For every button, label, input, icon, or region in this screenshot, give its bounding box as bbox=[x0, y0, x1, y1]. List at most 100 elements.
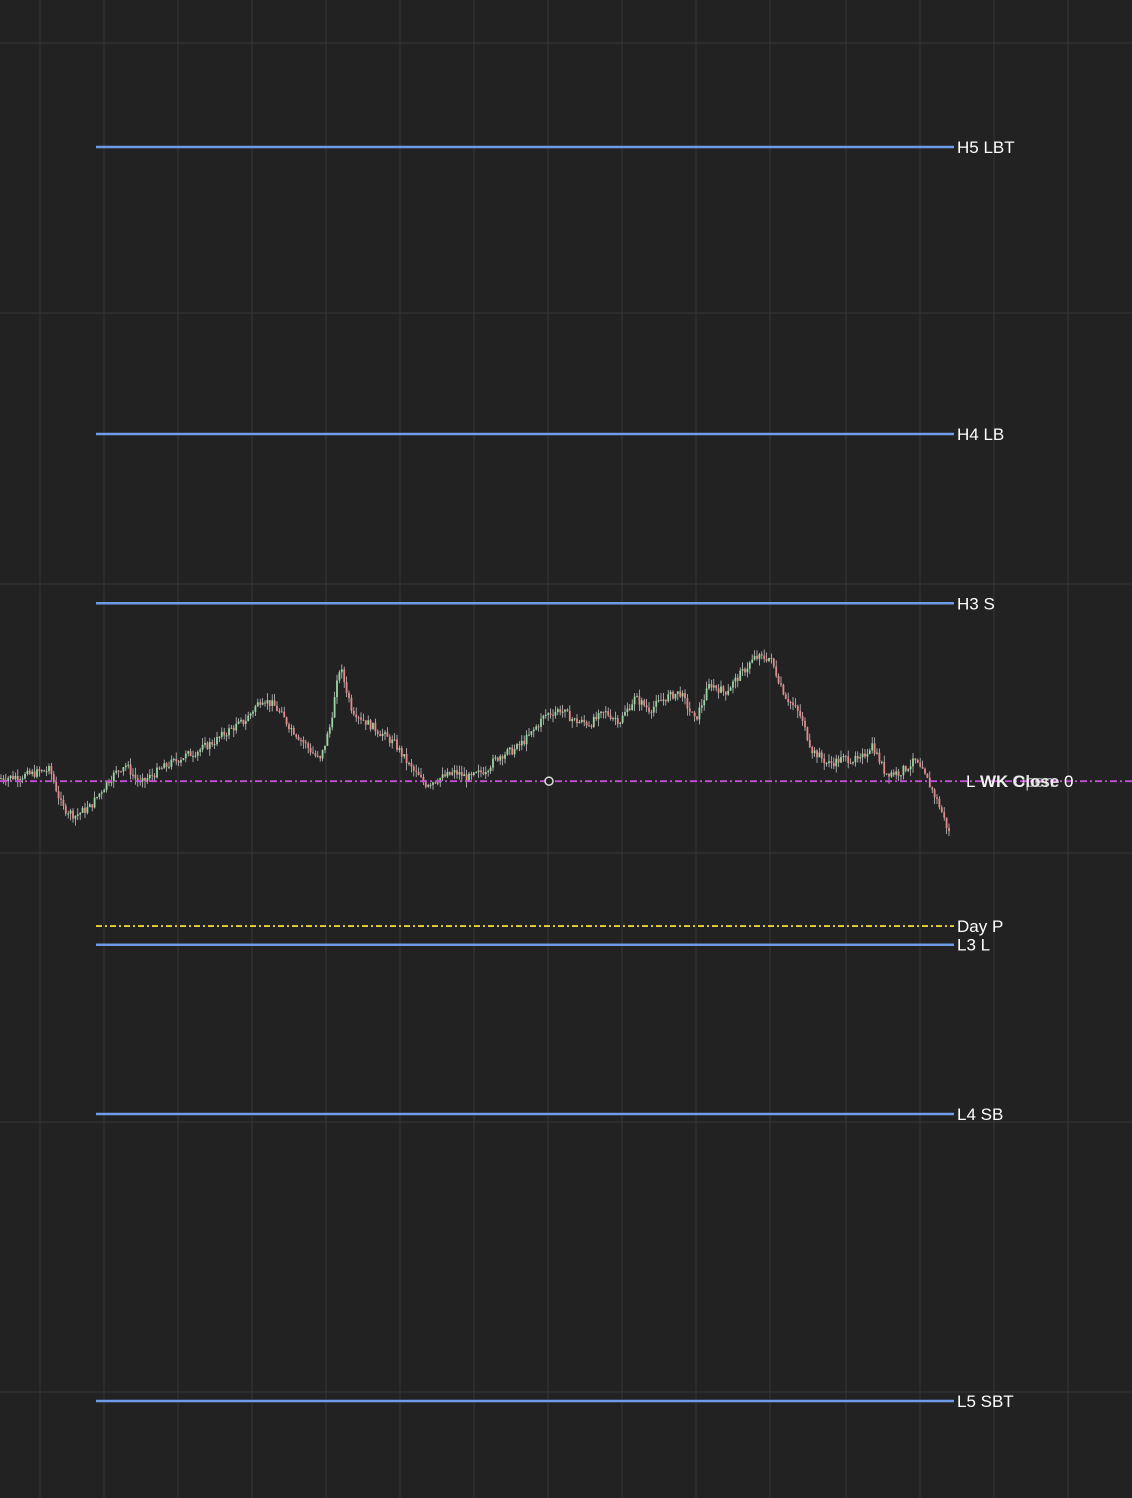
candle-body bbox=[544, 714, 547, 716]
candle-body bbox=[892, 772, 895, 775]
candle bbox=[468, 771, 470, 781]
candle-body bbox=[84, 807, 86, 813]
candle bbox=[120, 770, 122, 773]
candle bbox=[588, 720, 590, 727]
candle bbox=[129, 758, 132, 780]
candle-body bbox=[561, 711, 564, 713]
candle-body bbox=[513, 749, 516, 755]
candle bbox=[45, 766, 48, 777]
candle-body bbox=[393, 739, 396, 741]
candle-body bbox=[62, 799, 65, 806]
candle-body bbox=[508, 747, 511, 750]
candle-body bbox=[537, 726, 540, 728]
candle-body bbox=[124, 765, 127, 768]
candle bbox=[859, 753, 862, 763]
candle-body bbox=[516, 744, 518, 750]
candle bbox=[763, 649, 766, 663]
candle-body bbox=[914, 758, 917, 761]
candle-body bbox=[506, 749, 509, 755]
candle-body bbox=[379, 733, 382, 737]
candle bbox=[708, 678, 710, 691]
candle-body bbox=[55, 781, 58, 792]
candle bbox=[333, 691, 336, 719]
candle bbox=[427, 783, 430, 788]
candle bbox=[33, 764, 36, 779]
week-label-prefix: L bbox=[966, 772, 975, 791]
candle-body bbox=[614, 718, 617, 720]
candle bbox=[811, 745, 814, 759]
candle bbox=[364, 720, 367, 731]
candle-body bbox=[340, 669, 343, 673]
candle bbox=[753, 650, 756, 661]
candle-body bbox=[290, 727, 293, 730]
candle bbox=[806, 726, 809, 742]
candle-body bbox=[578, 721, 581, 724]
candle bbox=[612, 716, 614, 722]
candle-body bbox=[835, 758, 838, 767]
candle bbox=[208, 737, 211, 756]
candle bbox=[307, 741, 310, 754]
candle bbox=[216, 731, 218, 747]
candle bbox=[261, 698, 264, 706]
candle bbox=[792, 696, 794, 711]
candle-body bbox=[734, 677, 737, 682]
candle bbox=[662, 692, 665, 706]
candle bbox=[12, 770, 14, 781]
candle-body bbox=[112, 772, 115, 782]
candle-body bbox=[612, 718, 614, 720]
candle bbox=[376, 729, 379, 738]
candle-body bbox=[72, 810, 74, 819]
candle bbox=[501, 754, 504, 766]
candle bbox=[4, 773, 7, 786]
candle-body bbox=[247, 715, 250, 722]
candle bbox=[645, 699, 648, 712]
candle bbox=[117, 769, 120, 778]
candle-body bbox=[609, 715, 612, 719]
candle-body bbox=[854, 756, 857, 763]
candle bbox=[523, 735, 526, 747]
candle bbox=[345, 676, 348, 698]
candle-body bbox=[213, 744, 216, 746]
candle bbox=[319, 755, 322, 762]
candle bbox=[31, 768, 34, 777]
candle bbox=[710, 679, 713, 692]
candle bbox=[636, 693, 638, 698]
candle-body bbox=[765, 658, 768, 661]
candle-body bbox=[559, 709, 562, 713]
candle-body bbox=[628, 708, 631, 710]
candle-body bbox=[201, 744, 204, 750]
candle-body bbox=[828, 761, 830, 763]
candle-body bbox=[655, 700, 658, 707]
candle bbox=[336, 674, 338, 704]
candle-body bbox=[876, 752, 878, 754]
candle bbox=[381, 728, 384, 742]
candle-body bbox=[768, 657, 770, 661]
level-label-h5: H5 LBT bbox=[957, 138, 1015, 157]
candle-body bbox=[511, 747, 514, 755]
candle-body bbox=[621, 715, 624, 723]
candle bbox=[74, 815, 77, 826]
candle bbox=[484, 766, 487, 779]
candle-body bbox=[292, 727, 295, 735]
level-label-dayp: Day P bbox=[957, 917, 1003, 936]
candle bbox=[861, 748, 864, 765]
candle-body bbox=[602, 711, 605, 713]
candle bbox=[679, 686, 682, 698]
candle-body bbox=[756, 655, 758, 659]
candle-body bbox=[592, 716, 595, 727]
candle bbox=[237, 718, 240, 725]
candle-body bbox=[381, 733, 384, 737]
candle-body bbox=[244, 721, 247, 725]
candle-body bbox=[410, 763, 413, 767]
candle-body bbox=[549, 713, 552, 715]
candle-body bbox=[415, 770, 418, 772]
candle-body bbox=[300, 739, 302, 741]
candle-body bbox=[100, 792, 103, 794]
candle-body bbox=[69, 810, 72, 814]
candle-body bbox=[494, 757, 497, 759]
candle bbox=[184, 750, 187, 763]
candle-body bbox=[460, 772, 463, 777]
candle bbox=[580, 716, 583, 724]
candle bbox=[592, 713, 595, 729]
candle-body bbox=[784, 694, 787, 699]
